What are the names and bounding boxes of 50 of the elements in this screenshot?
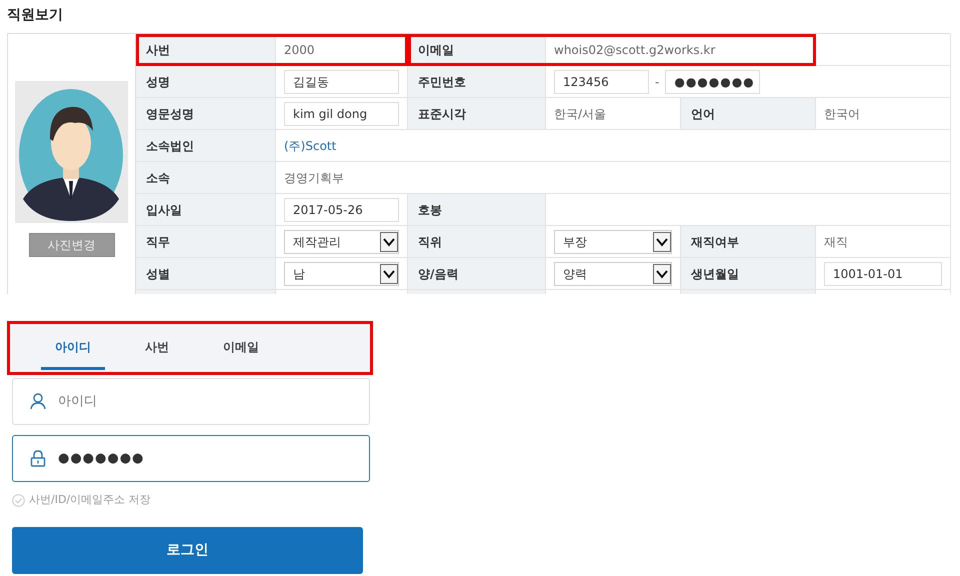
dropdown[interactable]: 남 [284,262,399,286]
login-button[interactable]: 로그인 [12,526,363,574]
field-label: 생년월일 [691,266,739,282]
field-label: 소속 [146,170,170,186]
remember-label: 사번/ID/이메일주소 저장 [29,492,151,508]
caret-icon [653,264,671,284]
checkbox[interactable] [12,494,25,507]
field-label: 언어 [691,106,715,122]
input-field[interactable]: ●●●●●●● [665,70,760,94]
input-field[interactable]: kim gil dong [284,102,399,126]
input-field[interactable]: 김길동 [284,70,399,94]
field-label: 표준시각 [418,106,466,122]
user-icon [30,393,46,410]
field-value: 2000 [284,42,315,58]
field-value: 경영기획부 [284,170,344,186]
field-label: 재직여부 [691,234,739,250]
login-tab[interactable]: 사번 [131,326,183,370]
field-value: 재직 [824,234,848,250]
field-label: 입사일 [146,202,182,218]
separator-text: - [655,74,660,90]
login-tab[interactable]: 이메일 [209,326,273,370]
field-value: 한국/서울 [554,106,606,122]
caret-icon [380,264,398,284]
login-tab[interactable]: 아이디 [41,326,105,370]
field-label: 성명 [146,74,170,90]
dropdown[interactable]: 양력 [554,262,672,286]
input-field[interactable]: 2017-05-26 [284,198,399,222]
field-value: 한국어 [824,106,860,122]
input-field[interactable]: 1001-01-01 [824,262,942,286]
company-link[interactable]: (주)Scott [284,136,336,154]
input-field[interactable]: 123456 [554,70,649,94]
dropdown[interactable]: 부장 [554,230,672,254]
caret-icon [653,232,671,252]
field-label: 양/음력 [418,266,458,282]
password-field[interactable]: ●●●●●●● [12,435,370,482]
id-field[interactable]: 아이디 [12,378,370,425]
field-label: 주민번호 [418,74,466,90]
field-label: 이메일 [418,42,454,58]
lock-icon [30,450,46,467]
caret-icon [380,232,398,252]
field-label: 소속법인 [146,138,194,154]
field-label: 영문성명 [146,106,194,122]
field-label: 직위 [418,234,442,250]
field-label: 직무 [146,234,170,250]
field-label: 성별 [146,266,170,282]
field-label: 사번 [146,42,170,58]
field-label: 호봉 [418,202,442,218]
page-title: 직원보기 [7,6,64,25]
field-value: whois02@scott.g2works.kr [554,42,716,58]
dropdown[interactable]: 제작관리 [284,230,399,254]
